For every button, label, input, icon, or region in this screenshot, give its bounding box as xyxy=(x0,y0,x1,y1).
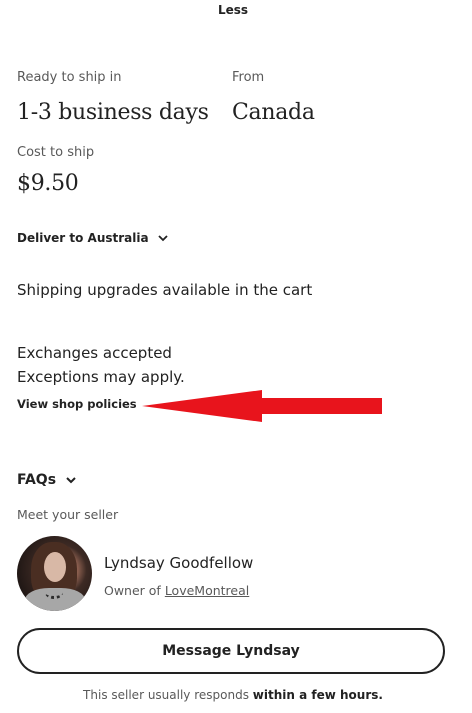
meet-your-seller-label: Meet your seller xyxy=(17,507,119,522)
view-shop-policies-link[interactable]: View shop policies xyxy=(17,397,137,411)
deliver-to-label: Deliver to Australia xyxy=(17,231,149,245)
ships-from-label: From xyxy=(232,70,265,85)
shipping-policies-panel: Less Ready to ship in 1-3 business days … xyxy=(0,0,472,713)
ready-to-ship-label: Ready to ship in xyxy=(17,70,122,85)
avatar[interactable] xyxy=(17,536,92,611)
cost-to-ship-label: Cost to ship xyxy=(17,145,95,160)
owner-prefix: Owner of xyxy=(104,583,165,598)
cost-to-ship-value: $9.50 xyxy=(17,171,79,196)
responds-prefix: This seller usually responds xyxy=(83,688,253,702)
chevron-down-icon xyxy=(157,235,168,242)
shop-name-link[interactable]: LoveMontreal xyxy=(165,583,249,598)
cost-to-ship-block: Cost to ship $9.50 xyxy=(17,144,94,199)
seller-owner-line: Owner of LoveMontreal xyxy=(104,583,249,598)
faqs-dropdown[interactable]: FAQs xyxy=(17,472,77,488)
message-seller-button[interactable]: Message Lyndsay xyxy=(17,628,445,674)
chevron-down-icon xyxy=(66,477,76,484)
exchanges-text: Exchanges accepted xyxy=(17,344,172,362)
ships-from-value: Canada xyxy=(232,100,315,125)
deliver-to-dropdown[interactable]: Deliver to Australia xyxy=(17,231,169,245)
less-toggle-link[interactable]: Less xyxy=(0,3,466,17)
ships-from-block: From Canada xyxy=(232,69,315,128)
faqs-label: FAQs xyxy=(17,472,57,488)
returns-policy-block: Exchanges accepted Exceptions may apply. xyxy=(17,341,185,389)
responds-time: within a few hours. xyxy=(252,688,383,702)
response-time-text: This seller usually responds within a fe… xyxy=(0,688,466,702)
ready-to-ship-block: Ready to ship in 1-3 business days xyxy=(17,69,209,128)
shipping-upgrades-text: Shipping upgrades available in the cart xyxy=(17,281,313,299)
seller-name: Lyndsay Goodfellow xyxy=(104,554,254,572)
exceptions-text: Exceptions may apply. xyxy=(17,368,185,386)
ready-to-ship-value: 1-3 business days xyxy=(17,100,209,125)
red-arrow-annotation xyxy=(142,390,382,422)
